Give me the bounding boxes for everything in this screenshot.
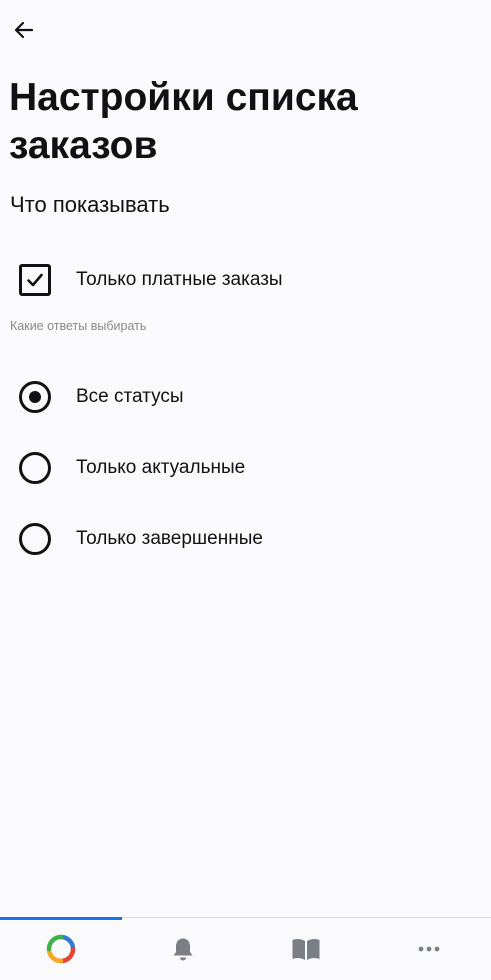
radio-label: Все статусы (76, 386, 184, 407)
paid-only-label: Только платные заказы (76, 269, 283, 290)
radio-button[interactable] (19, 523, 51, 555)
section-title: Что показывать (10, 192, 170, 217)
nav-item-more[interactable] (368, 918, 490, 980)
answers-hint: Какие ответы выбирать (10, 319, 147, 333)
paid-only-option[interactable]: Только платные заказы (0, 252, 491, 308)
nav-item-home[interactable] (0, 918, 122, 980)
book-icon (292, 938, 320, 960)
paid-only-checkbox[interactable] (19, 264, 51, 296)
page-title: Настройки списка заказов (9, 76, 358, 167)
more-dots-icon (418, 946, 440, 952)
radio-button[interactable] (19, 452, 51, 484)
bottom-nav (0, 917, 491, 980)
back-button[interactable] (8, 14, 40, 46)
checkmark-icon (27, 273, 43, 287)
app-logo-icon (46, 934, 76, 964)
radio-only-actual[interactable]: Только актуальные (0, 440, 491, 496)
radio-all-statuses[interactable]: Все статусы (0, 369, 491, 425)
radio-label: Только актуальные (76, 457, 246, 478)
nav-item-notifications[interactable] (122, 918, 244, 980)
radio-button-selected[interactable] (19, 381, 51, 413)
nav-item-library[interactable] (245, 918, 367, 980)
radio-dot (29, 391, 41, 403)
radio-only-completed[interactable]: Только завершенные (0, 511, 491, 567)
arrow-left-icon (14, 21, 34, 39)
bell-icon (173, 938, 193, 961)
radio-label: Только завершенные (76, 528, 263, 549)
